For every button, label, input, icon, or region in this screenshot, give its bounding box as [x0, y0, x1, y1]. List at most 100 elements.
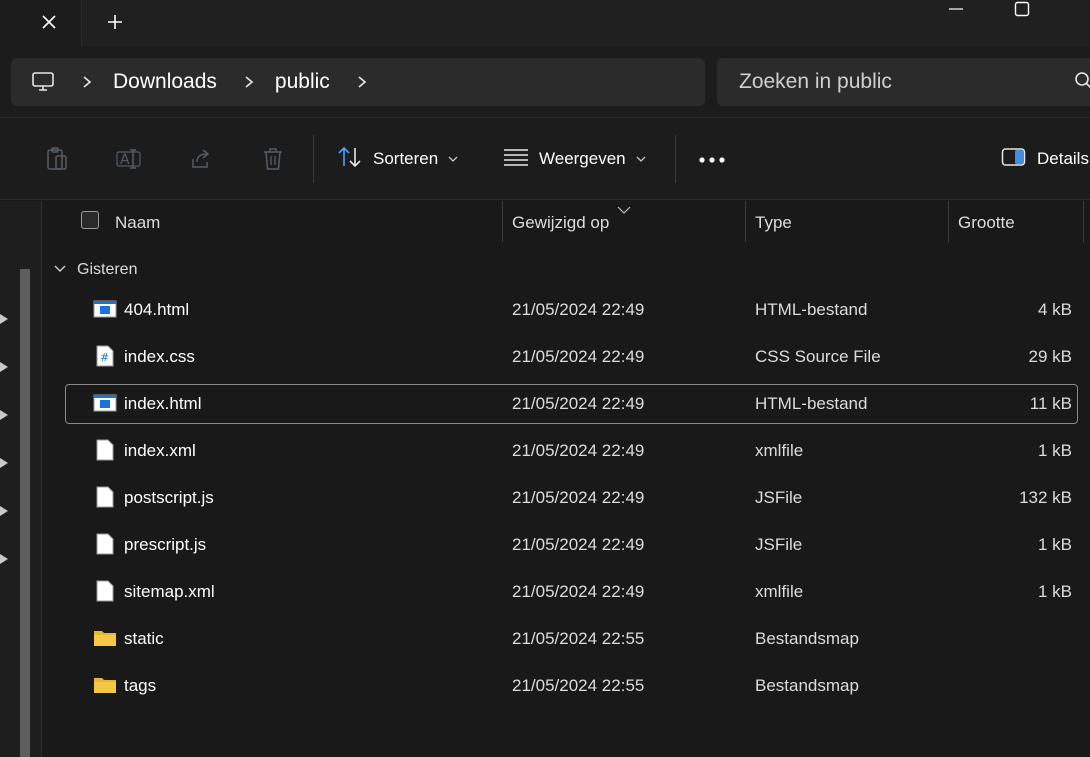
- file-type: JSFile: [755, 535, 803, 554]
- column-size[interactable]: Grootte: [958, 213, 1015, 233]
- file-size: 29 kB: [1028, 347, 1072, 366]
- breadcrumb-downloads[interactable]: Downloads: [113, 70, 217, 94]
- search-input[interactable]: Zoeken in public: [739, 70, 892, 94]
- file-modified: 21/05/2024 22:49: [512, 582, 645, 601]
- title-bar: [0, 0, 1090, 46]
- sort-caret-icon: [617, 201, 631, 214]
- file-modified: 21/05/2024 22:49: [512, 488, 645, 507]
- chevron-right-icon[interactable]: [237, 70, 261, 94]
- more-options-button[interactable]: [698, 142, 726, 176]
- file-row[interactable]: # index.css 21/05/2024 22:49 CSS Source …: [43, 335, 1090, 382]
- file-row[interactable]: sitemap.xml 21/05/2024 22:49 xmlfile 1 k…: [43, 570, 1090, 617]
- group-label: Gisteren: [77, 261, 138, 278]
- navigation-pane: [0, 201, 42, 757]
- pin-icon: [0, 551, 10, 567]
- sort-icon: [337, 145, 363, 174]
- address-bar[interactable]: Downloads public: [11, 58, 705, 106]
- column-divider[interactable]: [1083, 201, 1084, 242]
- css-file-icon: #: [92, 345, 118, 367]
- file-size: 1 kB: [1037, 441, 1072, 460]
- paste-icon[interactable]: [43, 145, 71, 173]
- chevron-right-icon[interactable]: [350, 70, 374, 94]
- file-size: 11 kB: [1029, 394, 1072, 413]
- column-divider[interactable]: [745, 201, 746, 242]
- select-all-checkbox[interactable]: [81, 211, 99, 229]
- rename-icon[interactable]: A: [115, 145, 143, 173]
- details-pane-icon: [1001, 147, 1027, 172]
- file-row[interactable]: index.xml 21/05/2024 22:49 xmlfile 1 kB: [43, 429, 1090, 476]
- file-name: 404.html: [124, 300, 190, 319]
- file-row[interactable]: prescript.js 21/05/2024 22:49 JSFile 1 k…: [43, 523, 1090, 570]
- file-row-selected[interactable]: index.html 21/05/2024 22:49 HTML-bestand…: [43, 382, 1090, 429]
- file-type: HTML-bestand: [755, 300, 868, 319]
- html-file-icon: [92, 392, 118, 414]
- file-size: 1 kB: [1037, 535, 1072, 554]
- column-type[interactable]: Type: [755, 213, 792, 233]
- file-modified: 21/05/2024 22:49: [512, 300, 645, 319]
- view-label: Weergeven: [539, 149, 626, 168]
- details-pane-button[interactable]: Details: [1001, 142, 1089, 176]
- share-icon[interactable]: [187, 145, 215, 173]
- folder-icon: [92, 627, 118, 649]
- folder-row[interactable]: static 21/05/2024 22:55 Bestandsmap: [43, 617, 1090, 664]
- close-icon[interactable]: [36, 9, 62, 35]
- file-name: index.css: [124, 347, 195, 366]
- pin-icon: [0, 407, 10, 423]
- file-type: CSS Source File: [755, 347, 881, 366]
- chevron-down-icon: [53, 261, 67, 279]
- column-divider[interactable]: [948, 201, 949, 242]
- file-type: Bestandsmap: [755, 676, 859, 695]
- file-type: xmlfile: [755, 582, 804, 601]
- file-size: 4 kB: [1037, 300, 1072, 319]
- pin-icon: [0, 311, 10, 327]
- folder-name: tags: [124, 676, 157, 695]
- html-file-icon: [92, 298, 118, 320]
- group-header[interactable]: Gisteren: [53, 259, 137, 281]
- file-icon: [92, 486, 118, 508]
- toolbar-divider: [313, 135, 314, 183]
- pin-icon: [0, 359, 10, 375]
- toolbar-divider: [675, 135, 676, 183]
- column-header: Naam Gewijzigd op Type Grootte: [43, 201, 1090, 245]
- delete-icon[interactable]: [259, 145, 287, 173]
- column-modified[interactable]: Gewijzigd op: [512, 213, 609, 233]
- file-modified: 21/05/2024 22:55: [512, 629, 645, 648]
- column-divider[interactable]: [502, 201, 503, 242]
- file-icon: [92, 580, 118, 602]
- navigation-scrollbar[interactable]: [20, 269, 30, 757]
- pane-divider[interactable]: [41, 201, 42, 757]
- command-bar: A Sorteren Weergeven Details: [0, 118, 1090, 200]
- plus-icon[interactable]: [102, 9, 128, 35]
- file-name: sitemap.xml: [124, 582, 215, 601]
- file-modified: 21/05/2024 22:49: [512, 441, 645, 460]
- file-row[interactable]: 404.html 21/05/2024 22:49 HTML-bestand 4…: [43, 288, 1090, 335]
- pin-icon: [0, 503, 10, 519]
- folder-name: static: [124, 629, 164, 648]
- file-modified: 21/05/2024 22:49: [512, 394, 645, 413]
- minimize-icon[interactable]: [940, 0, 972, 18]
- breadcrumb-public[interactable]: public: [275, 70, 330, 94]
- file-modified: 21/05/2024 22:55: [512, 676, 645, 695]
- file-name: prescript.js: [124, 535, 207, 554]
- file-name: postscript.js: [124, 488, 214, 507]
- more-icon: [698, 149, 726, 169]
- maximize-icon[interactable]: [1006, 0, 1038, 18]
- file-icon: [92, 439, 118, 461]
- chevron-right-icon[interactable]: [75, 70, 99, 94]
- file-size: 1 kB: [1037, 582, 1072, 601]
- sort-button[interactable]: Sorteren: [337, 142, 458, 176]
- sort-label: Sorteren: [373, 149, 439, 168]
- monitor-icon[interactable]: [31, 70, 55, 94]
- file-row[interactable]: postscript.js 21/05/2024 22:49 JSFile 13…: [43, 476, 1090, 523]
- view-button[interactable]: Weergeven: [503, 142, 646, 176]
- search-box[interactable]: Zoeken in public: [717, 58, 1090, 106]
- active-tab[interactable]: [0, 0, 82, 46]
- folder-row[interactable]: tags 21/05/2024 22:55 Bestandsmap: [43, 664, 1090, 711]
- folder-icon: [92, 674, 118, 696]
- chevron-down-icon: [448, 155, 458, 163]
- column-name[interactable]: Naam: [115, 213, 160, 233]
- details-label: Details: [1037, 149, 1089, 168]
- file-name: index.xml: [124, 441, 196, 460]
- search-icon[interactable]: [1074, 71, 1090, 93]
- file-name: index.html: [124, 394, 202, 413]
